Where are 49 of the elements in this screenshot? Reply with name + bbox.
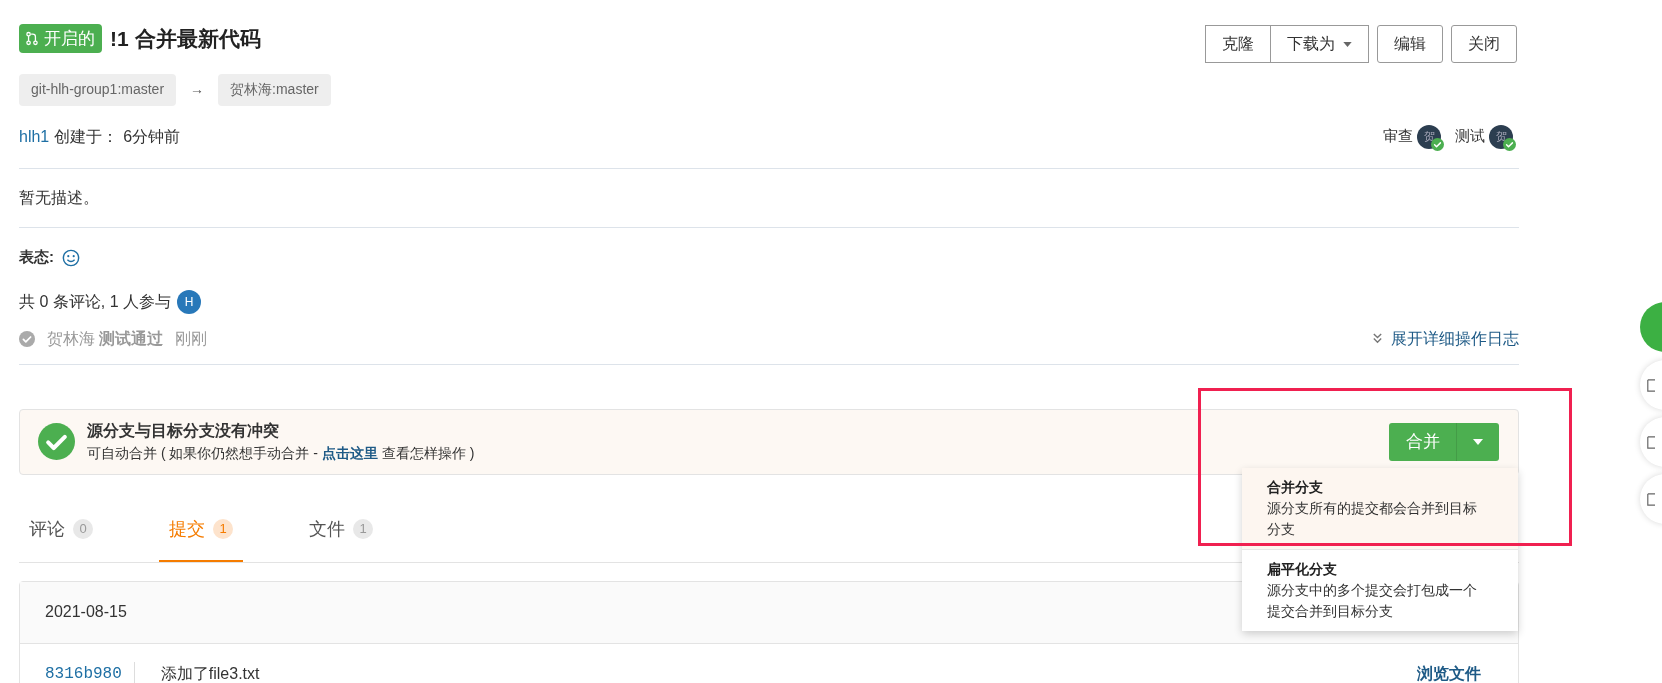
browse-files-link[interactable]: 浏览文件 bbox=[1417, 661, 1481, 683]
merge-status-title: 源分支与目标分支没有冲突 bbox=[87, 421, 280, 441]
reviewer-role: 测试 bbox=[1455, 126, 1485, 147]
participant-avatar[interactable]: H bbox=[177, 289, 202, 314]
arrow-text: → bbox=[190, 80, 205, 99]
check-icon bbox=[19, 330, 35, 347]
merge-menu-item[interactable]: 合并分支 源分支所有的提交都会合并到目标分支 bbox=[1242, 467, 1518, 549]
reviewer-avatar[interactable]: 贺 bbox=[1489, 124, 1513, 149]
activity-text: 贺林海 测试通过 bbox=[47, 328, 164, 349]
branch-chip: 贺林海:master bbox=[218, 73, 331, 106]
double-chevron-icon bbox=[1372, 333, 1383, 344]
commit-message: 添加了file3.txt bbox=[160, 663, 260, 683]
status-badge: 开启的 bbox=[19, 24, 102, 54]
merge-request-icon bbox=[26, 31, 38, 47]
page-title: !1 合并最新代码 bbox=[110, 26, 261, 52]
created-label: 创建于： bbox=[54, 126, 119, 147]
tab[interactable]: 评论 0 bbox=[19, 498, 103, 562]
tab-count: 1 bbox=[353, 519, 373, 539]
menu-item-title: 合并分支 bbox=[1267, 477, 1324, 497]
menu-item-description: 源分支中的多个提交会打包成一个提交合并到目标分支 bbox=[1267, 580, 1478, 621]
merge-options-button[interactable] bbox=[1457, 422, 1499, 461]
success-icon bbox=[38, 423, 75, 460]
action-button[interactable]: 克隆 bbox=[1205, 25, 1271, 63]
tab-count: 0 bbox=[73, 519, 93, 539]
commit-sha[interactable]: 8316b980 bbox=[45, 661, 135, 683]
commit-date: 2021-08-15 bbox=[45, 602, 127, 622]
help-link[interactable]: 点击这里 bbox=[321, 445, 378, 461]
action-button[interactable]: 关闭 bbox=[1451, 25, 1517, 63]
menu-item-description: 源分支所有的提交都会合并到目标分支 bbox=[1267, 498, 1478, 539]
created-time: 6分钟前 bbox=[123, 126, 181, 147]
merge-menu-item[interactable]: 扁平化分支 源分支中的多个提交会打包成一个提交合并到目标分支 bbox=[1242, 548, 1518, 631]
description-text: 暂无描述。 bbox=[19, 187, 100, 208]
expand-log-link[interactable]: 展开详细操作日志 bbox=[1372, 326, 1519, 351]
reviewer-avatar[interactable]: 贺 bbox=[1417, 124, 1441, 149]
branch-chip: git-hlh-group1:master bbox=[19, 73, 177, 106]
tab-count: 1 bbox=[213, 519, 233, 539]
reviewer-role: 审查 bbox=[1383, 126, 1413, 147]
merge-status-text: 可自动合并 ( 如果你仍然想手动合并 - 点击这里 查看怎样操作 ) bbox=[87, 444, 475, 463]
action-button[interactable]: 编辑 bbox=[1377, 25, 1443, 63]
caret-icon bbox=[1343, 41, 1352, 47]
reactions-label: 表态: bbox=[19, 247, 54, 268]
comments-summary: 共 0 条评论, 1 人参与 bbox=[19, 291, 172, 312]
author-link[interactable]: hlh1 bbox=[19, 124, 50, 149]
menu-item-title: 扁平化分支 bbox=[1267, 559, 1338, 579]
caret-icon bbox=[1473, 438, 1483, 445]
smiley-icon[interactable] bbox=[62, 248, 80, 267]
download-dropdown[interactable]: 下载为 bbox=[1271, 25, 1369, 63]
tab[interactable]: 文件 1 bbox=[299, 498, 383, 562]
activity-time: 刚刚 bbox=[175, 328, 208, 349]
